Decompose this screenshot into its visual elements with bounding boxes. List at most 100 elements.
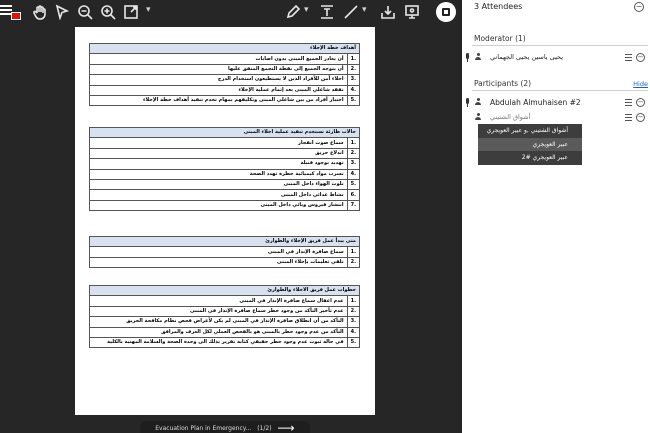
row-number: 3. (346, 74, 361, 86)
more-options-icon[interactable]: − (636, 53, 645, 62)
share-screen-icon[interactable] (403, 3, 421, 21)
table-row: 7. انتشار فيروس وبائي داخل المبنى (89, 199, 361, 212)
row-number: 5. (346, 178, 361, 191)
table-row: 5. تلوث الهواء داخل المبنى (89, 178, 361, 191)
suggestion-item[interactable]: عبير العويجري (478, 138, 582, 152)
line-tool-icon[interactable] (342, 3, 360, 21)
more-options-icon[interactable]: − (636, 113, 645, 122)
suggestion-item[interactable]: عبير العويجري #2 (478, 151, 582, 165)
recording-icon (11, 12, 21, 20)
table-evacuation-goals: أهداف خطة الإخلاء 1. أن يغادر الجميع المبن… (89, 42, 361, 107)
row-text: تلوث الهواء داخل المبنى (89, 178, 348, 191)
row-text: في حالة ثبوت عدم وجود خطر حقيقي كتابة تق… (89, 336, 348, 349)
row-number: 4. (346, 326, 361, 338)
list-icon[interactable] (625, 54, 632, 61)
user-icon (475, 53, 481, 61)
row-text: عدم اغفال سماع صافرة الإنذار في المبنى (89, 295, 348, 307)
table-emergency-cases: حالات طارئة تستخدم تنفيذ عملية اخلاء الم… (89, 126, 361, 212)
presentation-stage: ▾ ▾ ▾ أهداف خطة الإخلاء 1. أن يغادر الجميع… (0, 0, 462, 433)
table-row: 5. اختبار أفراد من بين شاغلي المبنى وتكلي… (89, 94, 361, 107)
line-caret-icon[interactable]: ▾ (362, 5, 370, 19)
row-number: 1. (346, 295, 361, 307)
suggestion-item[interactable]: أشواق الشتيني ,و عبير العويجري (478, 124, 582, 138)
participant-name: Abdulah Almuhaisen #2 (490, 98, 581, 107)
participant-row[interactable]: أشواق الشتيني − (465, 111, 648, 125)
zoom-out-icon[interactable] (76, 3, 94, 21)
text-tool-icon[interactable] (318, 3, 336, 21)
row-text: سماع صافرة الإنذار في المبنى (89, 246, 348, 258)
divider (472, 45, 648, 46)
pointer-icon[interactable] (53, 3, 71, 21)
document-page: أهداف خطة الإخلاء 1. أن يغادر الجميع المبن… (75, 27, 375, 415)
table-header: متى يبدأ عمل فريق الإخلاء والطوارئ (89, 235, 360, 248)
fit-caret-icon[interactable]: ▾ (146, 5, 154, 19)
table-row: 3. اخلاء آمن للأفراد الذين لا يستطيعون اس… (89, 74, 361, 86)
row-text: التأكد من عدم وجود خطر بالمبنى هو بالفحص… (89, 326, 348, 338)
table-row: 3. تهديد بوجود قنبلة (89, 158, 361, 170)
table-row: 1. أن يغادر الجميع المبنى بدون اصابات (89, 53, 361, 65)
table-team-steps: خطوات عمل فريق الاخلاء والطوارئ 1. عدم اغف… (89, 284, 361, 349)
row-number: 4. (346, 168, 361, 180)
hand-icon[interactable] (31, 3, 49, 21)
table-row: 6. نشاط عدائي داخل المبنى (89, 189, 361, 201)
moderator-name: يحيى ياسين يحيى الجهماني (490, 53, 564, 61)
fit-to-screen-icon[interactable] (122, 3, 140, 21)
row-number: 5. (346, 336, 361, 349)
page-indicator: (1/2) (257, 424, 272, 432)
zoom-in-icon[interactable] (99, 3, 117, 21)
row-number: 5. (346, 94, 361, 107)
attendees-panel: 3 Attendees − Moderator (1) يحيى ياسين ي… (462, 0, 650, 433)
row-number: 2. (346, 63, 361, 76)
row-text: تفقد شاغلي المبنى بعد إتمام عملية الإخلا… (89, 84, 348, 96)
row-number: 7. (346, 199, 361, 212)
row-number: 3. (346, 158, 361, 170)
table-header: أهداف خطة الإخلاء (89, 42, 360, 55)
participant-row[interactable]: Abdulah Almuhaisen #2 − (465, 96, 648, 110)
row-number: 2. (346, 256, 361, 269)
stop-icon[interactable] (436, 2, 456, 22)
row-text: انتشار فيروس وبائي داخل المبنى (89, 199, 348, 212)
pen-icon[interactable] (284, 3, 302, 21)
collapse-icon[interactable]: − (634, 2, 644, 12)
row-text: اخلاء آمن للأفراد الذين لا يستطيعون استخ… (89, 74, 348, 86)
download-icon[interactable] (379, 3, 397, 21)
table-row: 1. سماع صوت انفجار (89, 137, 361, 149)
microphone-icon (465, 98, 470, 107)
more-options-icon[interactable]: − (636, 98, 645, 107)
row-number: 4. (346, 84, 361, 96)
slide-pager: Evacuation Plan in Emergency... (1/2) ⟶ (140, 421, 310, 433)
row-number: 1. (346, 53, 361, 65)
list-icon[interactable] (625, 99, 632, 106)
table-row: 4. التأكد من عدم وجود خطر بالمبنى هو بالف… (89, 326, 361, 338)
moderator-label: Moderator (1) (474, 34, 526, 43)
next-page-arrow-icon[interactable]: ⟶ (278, 421, 295, 433)
row-number: 1. (346, 246, 361, 258)
user-icon (475, 98, 481, 106)
row-number: 2. (346, 305, 361, 318)
table-row: 1. سماع صافرة الإنذار في المبنى (89, 246, 361, 258)
row-text: نشاط عدائي داخل المبنى (89, 189, 348, 201)
table-row: 1. عدم اغفال سماع صافرة الإنذار في المبنى (89, 295, 361, 307)
document-title: Evacuation Plan in Emergency... (155, 424, 252, 432)
row-number: 1. (346, 137, 361, 149)
name-suggestions-dropdown: أشواق الشتيني ,و عبير العويجري عبير العو… (478, 124, 582, 165)
pen-caret-icon[interactable]: ▾ (304, 5, 312, 19)
table-row: 5. في حالة ثبوت عدم وجود خطر حقيقي كتابة … (89, 336, 361, 349)
menu-icon[interactable] (0, 0, 22, 22)
row-text: تسرب مواد كيميائية خطرة تهدد الصحة (89, 168, 348, 180)
row-text: اندلاع حريق (89, 147, 348, 160)
table-row: 4. تفقد شاغلي المبنى بعد إتمام عملية الإخ… (89, 84, 361, 96)
list-icon[interactable] (625, 114, 632, 121)
microphone-icon (465, 53, 470, 62)
attendees-title: 3 Attendees (474, 2, 523, 11)
moderator-row[interactable]: يحيى ياسين يحيى الجهماني − (465, 51, 648, 65)
hide-participants-link[interactable]: Hide (633, 80, 648, 88)
row-text: أن يغادر الجميع المبنى بدون اصابات (89, 53, 348, 65)
presentation-toolbar: ▾ ▾ ▾ (0, 0, 462, 24)
row-number: 6. (346, 189, 361, 201)
participants-label: Participants (2) (474, 79, 532, 88)
table-row: 2. اندلاع حريق (89, 147, 361, 160)
table-row: 3. التأكد من أن انطلاق صافرة الإنذار في ا… (89, 316, 361, 328)
row-text: عدم تأخير التأكد من وجود خطر سماع صافرة … (89, 305, 348, 318)
table-row: 4. تسرب مواد كيميائية خطرة تهدد الصحة (89, 168, 361, 180)
